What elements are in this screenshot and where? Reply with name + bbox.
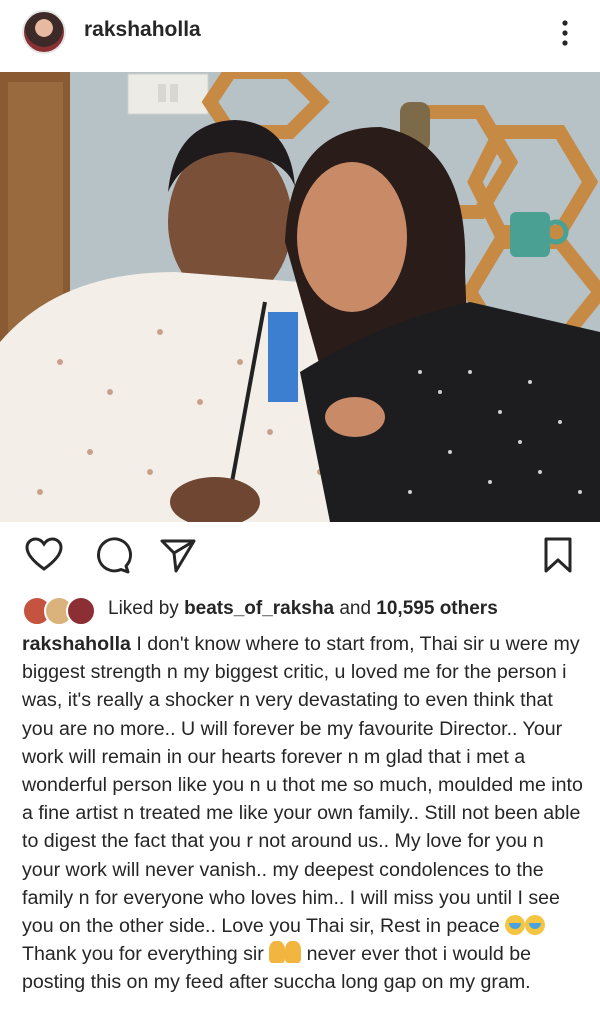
post-actions	[0, 535, 600, 580]
likes-prefix: Liked by	[108, 598, 179, 619]
folded-hands-icon	[269, 941, 286, 964]
caption-username[interactable]: rakshaholla	[22, 633, 131, 655]
post-caption: rakshaholla I don't know where to start …	[22, 630, 587, 997]
likes-row: Liked by beats_of_raksha and 10,595 othe…	[22, 594, 592, 626]
likes-and: and	[339, 598, 372, 619]
post-photo-image	[0, 72, 600, 522]
liker-avatar	[66, 596, 96, 626]
caption-text: I don't know where to start from, Thai s…	[22, 633, 583, 938]
send-icon[interactable]	[158, 535, 198, 575]
crying-face-icon	[505, 915, 526, 936]
likes-count[interactable]: 10,595 others	[376, 598, 497, 619]
more-vertical-icon[interactable]	[555, 18, 575, 48]
comment-icon[interactable]	[92, 535, 132, 575]
folded-hands-icon	[285, 941, 302, 964]
crying-face-icon	[525, 915, 546, 936]
post-username[interactable]: rakshaholla	[84, 18, 201, 42]
caption-text: Thank you for everything sir	[22, 943, 270, 966]
bookmark-icon[interactable]	[538, 535, 578, 575]
liker-avatars[interactable]	[22, 594, 98, 626]
post-header: rakshaholla	[0, 0, 600, 68]
profile-avatar[interactable]	[22, 10, 66, 54]
heart-icon[interactable]	[24, 535, 64, 575]
post-photo[interactable]	[0, 72, 600, 522]
liker-username[interactable]: beats_of_raksha	[184, 598, 334, 619]
likes-summary[interactable]: Liked by beats_of_raksha and 10,595 othe…	[108, 598, 498, 620]
